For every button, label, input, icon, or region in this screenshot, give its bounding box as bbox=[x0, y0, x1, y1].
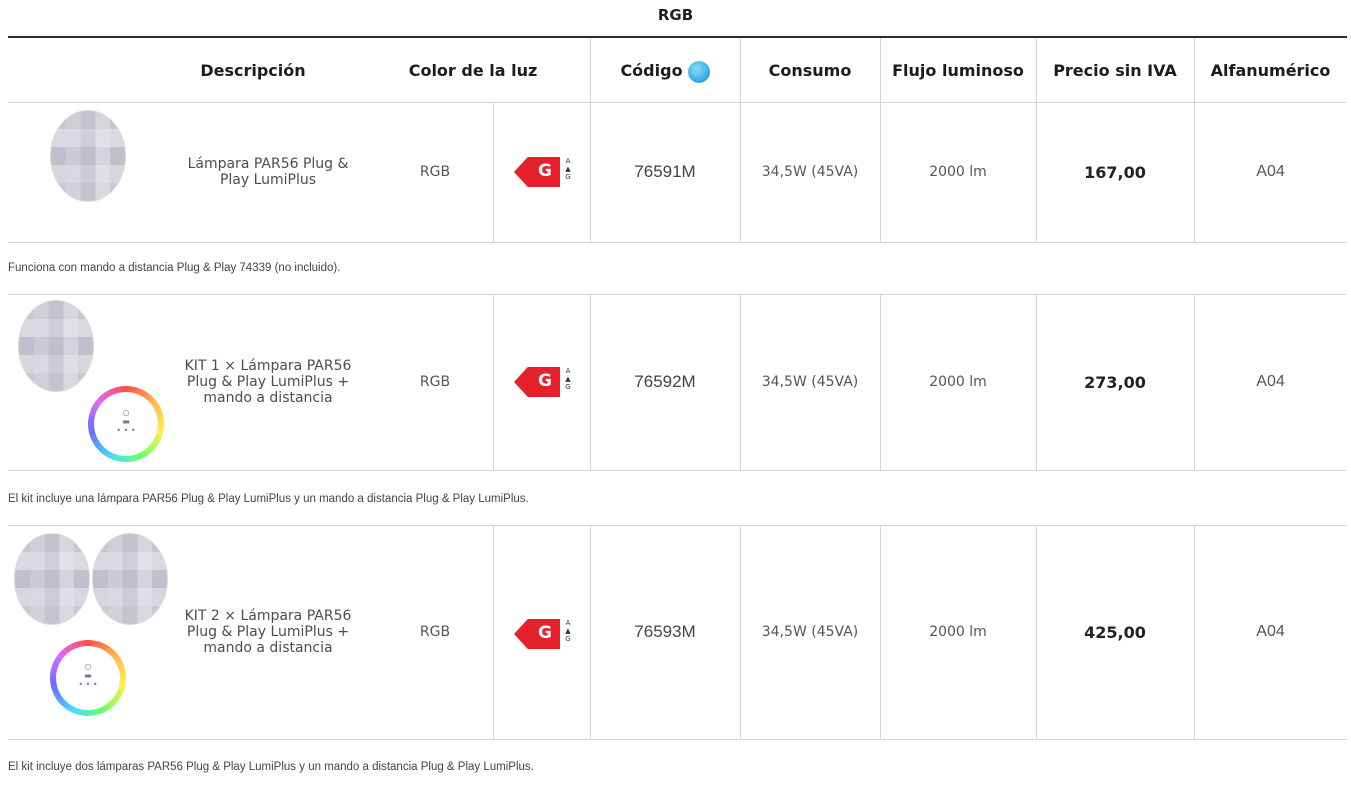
product-image-remote: ○ ▬ • • • bbox=[50, 640, 126, 716]
row-divider bbox=[8, 242, 1347, 243]
column-divider bbox=[880, 38, 881, 102]
column-divider bbox=[880, 294, 881, 470]
water-drop-icon bbox=[687, 61, 710, 83]
energy-class: G bbox=[538, 161, 552, 181]
column-divider bbox=[740, 294, 741, 470]
column-divider bbox=[1194, 525, 1195, 739]
column-divider bbox=[493, 294, 494, 470]
column-divider bbox=[740, 38, 741, 102]
description-line: Play LumiPlus bbox=[219, 172, 317, 188]
column-divider bbox=[740, 102, 741, 242]
header-codigo-label: Código bbox=[620, 60, 683, 80]
energy-class: G bbox=[538, 623, 552, 643]
row-color: RGB bbox=[419, 624, 451, 640]
column-divider bbox=[1036, 525, 1037, 739]
row-color: RGB bbox=[419, 164, 451, 180]
row-note: El kit incluye una lámpara PAR56 Plug & … bbox=[8, 493, 529, 505]
energy-label: G A ▲ G bbox=[514, 155, 574, 189]
row-price: 273,00 bbox=[1084, 372, 1146, 392]
remote-buttons-icon: ○ ▬ • • • bbox=[78, 662, 98, 689]
column-divider bbox=[1194, 102, 1195, 242]
description-line: mando a distancia bbox=[203, 390, 333, 406]
row-color: RGB bbox=[419, 374, 451, 390]
description-line: KIT 2 × Lámpara PAR56 bbox=[184, 608, 352, 624]
column-divider bbox=[1194, 38, 1195, 102]
column-divider bbox=[1036, 294, 1037, 470]
product-image-lamp bbox=[50, 110, 126, 202]
column-divider bbox=[1036, 38, 1037, 102]
row-flujo: 2000 lm bbox=[929, 164, 987, 180]
energy-scale: A ▲ G bbox=[565, 157, 571, 181]
product-image-lamp bbox=[92, 533, 168, 625]
description-line: mando a distancia bbox=[203, 640, 333, 656]
row-code: 76591M bbox=[634, 162, 696, 181]
product-image-lamp bbox=[14, 533, 90, 625]
header-color: Color de la luz bbox=[408, 60, 538, 80]
energy-label: G A ▲ G bbox=[514, 365, 574, 399]
column-divider bbox=[1036, 102, 1037, 242]
row-price: 167,00 bbox=[1084, 162, 1146, 182]
row-alfa: A04 bbox=[1256, 163, 1285, 180]
row-code: 76592M bbox=[634, 372, 696, 391]
row-divider bbox=[8, 739, 1347, 740]
description-line: Lámpara PAR56 Plug & bbox=[187, 156, 349, 172]
header-descripcion: Descripción bbox=[200, 60, 306, 80]
row-flujo: 2000 lm bbox=[929, 374, 987, 390]
header-alfa: Alfanumérico bbox=[1210, 60, 1331, 80]
row-consumo: 34,5W (45VA) bbox=[761, 164, 859, 180]
row-code: 76593M bbox=[634, 622, 696, 641]
table-title: RGB bbox=[657, 6, 694, 24]
column-divider bbox=[740, 525, 741, 739]
energy-scale: A ▲ G bbox=[565, 367, 571, 391]
row-consumo: 34,5W (45VA) bbox=[761, 374, 859, 390]
row-alfa: A04 bbox=[1256, 623, 1285, 640]
row-price: 425,00 bbox=[1084, 622, 1146, 642]
column-divider bbox=[590, 38, 591, 102]
header-flujo: Flujo luminoso bbox=[892, 60, 1024, 80]
column-divider bbox=[493, 102, 494, 242]
column-divider bbox=[590, 294, 591, 470]
product-image-remote: ○ ▬ • • • bbox=[88, 386, 164, 462]
description-line: KIT 1 × Lámpara PAR56 bbox=[184, 358, 352, 374]
header-codigo: Código bbox=[590, 38, 740, 102]
header-consumo: Consumo bbox=[768, 60, 852, 80]
column-divider bbox=[1194, 294, 1195, 470]
product-image-lamp bbox=[18, 300, 94, 392]
row-description: Lámpara PAR56 Plug & Play LumiPlus bbox=[170, 102, 366, 242]
row-note: El kit incluye dos lámparas PAR56 Plug &… bbox=[8, 761, 534, 773]
column-divider bbox=[493, 525, 494, 739]
energy-label: G A ▲ G bbox=[514, 617, 574, 651]
remote-buttons-icon: ○ ▬ • • • bbox=[116, 408, 136, 435]
description-line: Plug & Play LumiPlus + bbox=[186, 624, 350, 640]
header-precio: Precio sin IVA bbox=[1053, 60, 1177, 80]
energy-class: G bbox=[538, 371, 552, 391]
row-description: KIT 1 × Lámpara PAR56 Plug & Play LumiPl… bbox=[170, 294, 366, 470]
row-consumo: 34,5W (45VA) bbox=[761, 624, 859, 640]
row-divider bbox=[8, 470, 1347, 471]
description-line: Plug & Play LumiPlus + bbox=[186, 374, 350, 390]
row-note: Funciona con mando a distancia Plug & Pl… bbox=[8, 262, 341, 274]
row-alfa: A04 bbox=[1256, 373, 1285, 390]
column-divider bbox=[880, 525, 881, 739]
energy-scale: A ▲ G bbox=[565, 619, 571, 643]
column-divider bbox=[880, 102, 881, 242]
row-flujo: 2000 lm bbox=[929, 624, 987, 640]
column-divider bbox=[590, 525, 591, 739]
row-description: KIT 2 × Lámpara PAR56 Plug & Play LumiPl… bbox=[170, 525, 366, 739]
column-divider bbox=[590, 102, 591, 242]
